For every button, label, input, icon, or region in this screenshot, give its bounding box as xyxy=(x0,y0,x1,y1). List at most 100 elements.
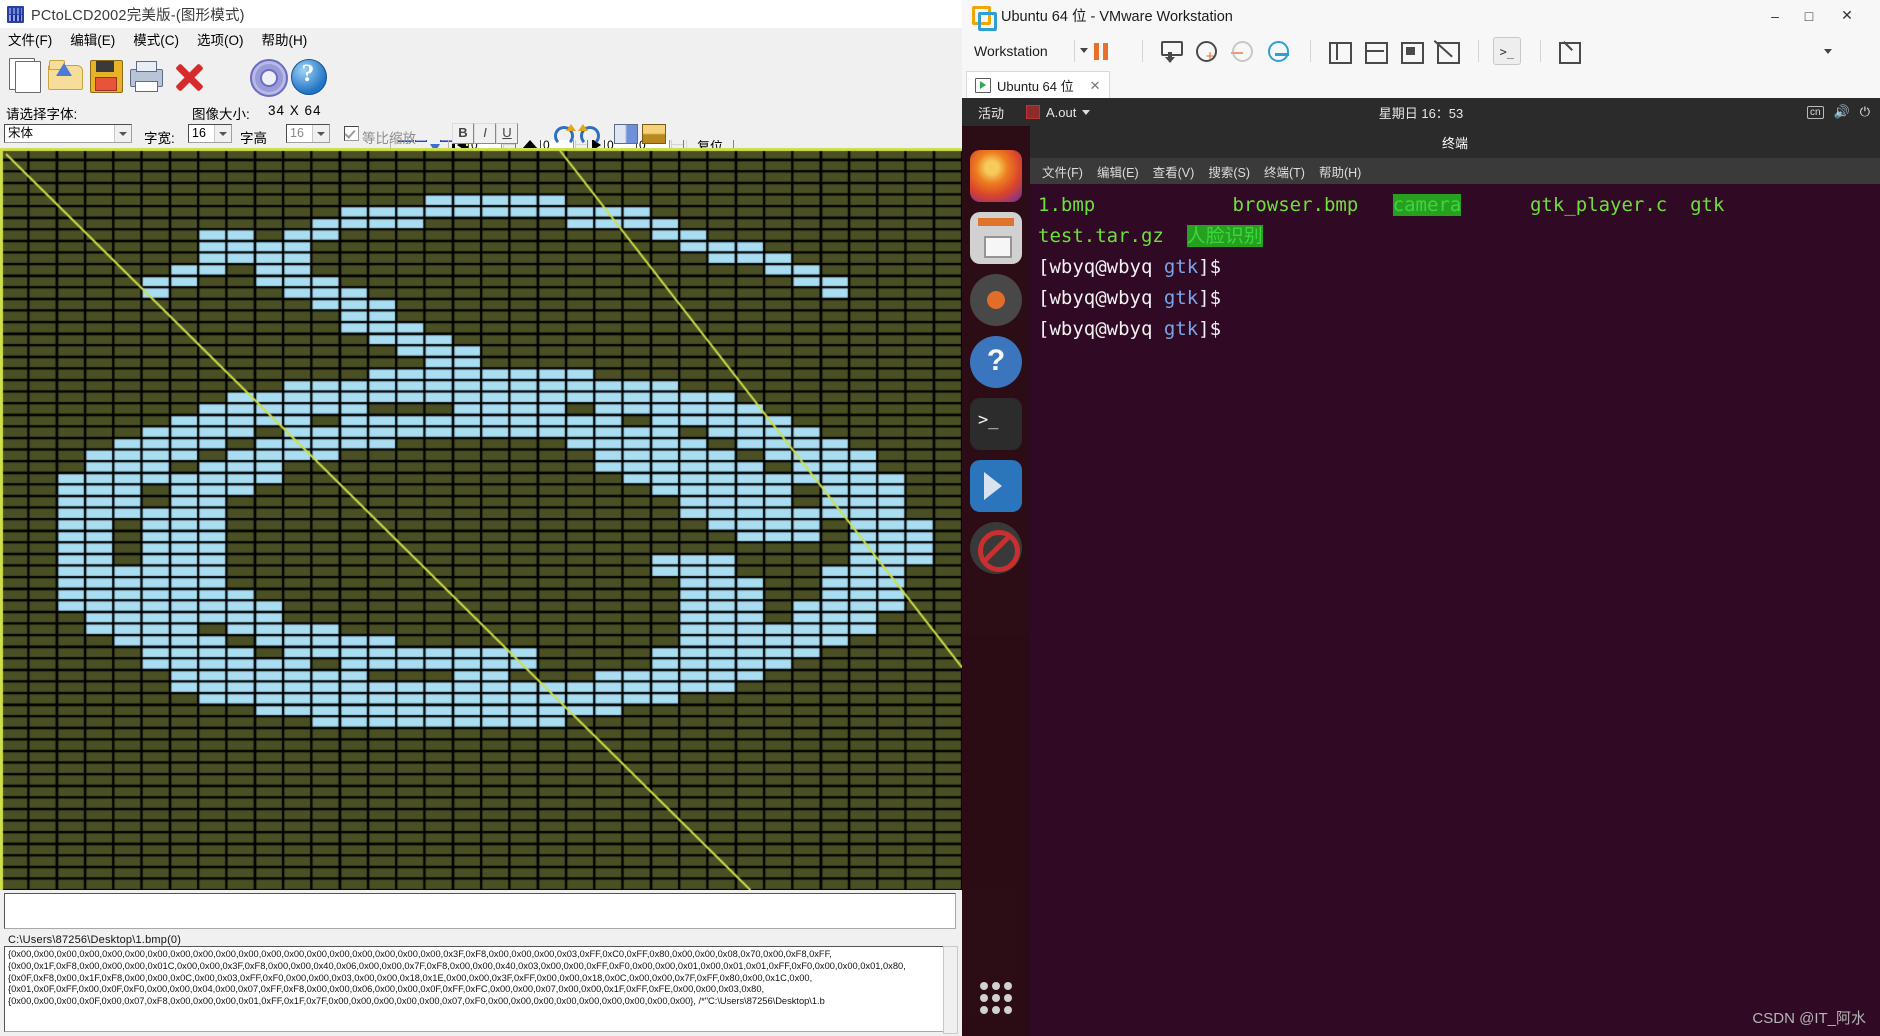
font-width-label: 字宽: xyxy=(144,131,175,146)
help-icon[interactable]: ? xyxy=(289,57,327,95)
bold-button[interactable]: B xyxy=(452,123,474,144)
show-library-icon[interactable] xyxy=(1325,38,1352,64)
terminal-token: gtk_player.c xyxy=(1529,194,1668,216)
chevron-down-icon[interactable] xyxy=(114,125,131,142)
mirror-horizontal-icon[interactable] xyxy=(614,124,638,144)
scale-checkbox[interactable] xyxy=(344,126,359,141)
terminal-token: gtk xyxy=(1163,287,1199,309)
tab-label: Ubuntu 64 位 xyxy=(997,79,1074,94)
hex-line: {0x0F,0xF8,0x00,0x1F,0xF8,0x00,0x00,0x0C… xyxy=(8,972,813,983)
hex-scrollbar[interactable] xyxy=(943,946,958,1034)
activities-button[interactable]: 活动 xyxy=(978,103,1004,122)
font-width-select[interactable]: 16 xyxy=(188,124,232,143)
menu-help[interactable]: 帮助(H) xyxy=(262,29,308,49)
revert-snapshot-icon[interactable] xyxy=(1229,38,1255,64)
snapshot-icon[interactable] xyxy=(1157,38,1183,64)
term-menu-view[interactable]: 查看(V) xyxy=(1153,162,1195,181)
rotate-left-icon[interactable] xyxy=(554,124,576,146)
output-path-label: C:\Users\87256\Desktop\1.bmp(0) xyxy=(8,934,182,946)
menu-options[interactable]: 选项(O) xyxy=(197,29,244,49)
restricted-icon[interactable] xyxy=(970,522,1022,574)
terminal-line: [wbyq@wbyq gtk]$ xyxy=(1038,252,1872,283)
preview-output-box[interactable] xyxy=(4,893,956,929)
show-apps-icon[interactable] xyxy=(980,982,1012,1014)
close-tab-icon[interactable]: ✕ xyxy=(1090,78,1101,94)
terminal-line: test.tar.gz 人脸识别 xyxy=(1038,221,1872,252)
pctolcd-titlebar: PCtoLCD2002完美版-(图形模式) xyxy=(0,0,962,28)
terminal-token: ]$ xyxy=(1198,318,1222,340)
underline-button[interactable]: U xyxy=(496,123,518,144)
firefox-icon[interactable] xyxy=(970,150,1022,202)
terminal-icon[interactable]: >_ xyxy=(970,398,1022,450)
maximize-button[interactable]: □ xyxy=(1794,0,1824,31)
ubuntu-guest-screen: 活动 A.out 星期日 16：53 cn 🔊 ⏻ ? >_ 终端 文件(F) … xyxy=(962,98,1880,1036)
minimize-button[interactable]: – xyxy=(1760,0,1790,31)
term-menu-search[interactable]: 搜索(S) xyxy=(1208,162,1250,181)
font-select[interactable]: 宋体 xyxy=(4,124,132,143)
new-file-icon[interactable] xyxy=(8,57,46,95)
terminal-token: [wbyq@wbyq xyxy=(1038,287,1164,309)
terminal-window[interactable]: 终端 文件(F) 编辑(E) 查看(V) 搜索(S) 终端(T) 帮助(H) 1… xyxy=(1030,126,1880,1036)
term-menu-help[interactable]: 帮助(H) xyxy=(1319,162,1361,181)
stretch-dropdown-icon[interactable] xyxy=(1824,49,1832,54)
rotate-right-icon[interactable] xyxy=(578,124,600,146)
show-console-view-icon[interactable] xyxy=(1361,38,1388,64)
current-app-menu[interactable]: A.out xyxy=(1026,104,1091,120)
settings-icon[interactable] xyxy=(248,57,288,97)
save-icon[interactable] xyxy=(88,57,126,95)
menu-mode[interactable]: 模式(C) xyxy=(133,29,179,49)
font-height-select[interactable]: 16 xyxy=(286,124,330,143)
terminal-line: [wbyq@wbyq gtk]$ xyxy=(1038,283,1872,314)
status-indicators[interactable]: cn 🔊 ⏻ xyxy=(1806,104,1870,120)
menu-edit[interactable]: 编辑(E) xyxy=(70,29,115,49)
divider xyxy=(1073,40,1075,62)
pixel-grid-canvas[interactable] xyxy=(0,148,962,890)
volume-icon[interactable]: 🔊 xyxy=(1834,104,1850,120)
terminal-token: ]$ xyxy=(1198,256,1222,278)
close-button[interactable]: ✕ xyxy=(1832,0,1862,31)
vmware-titlebar: Ubuntu 64 位 - VMware Workstation – □ ✕ xyxy=(962,0,1880,31)
italic-button[interactable]: I xyxy=(474,123,496,144)
image-size-value: 34 X 64 xyxy=(268,103,322,118)
app-name: A.out xyxy=(1046,104,1077,120)
terminal-output[interactable]: 1.bmp browser.bmp camera gtk_player.c gt… xyxy=(1030,184,1880,1036)
ubuntu-topbar: 活动 A.out 星期日 16：53 cn 🔊 ⏻ xyxy=(962,98,1880,126)
hex-output-area[interactable]: {0x00,0x00,0x00,0x00,0x00,0x00,0x00,0x00… xyxy=(4,946,956,1032)
delete-icon[interactable] xyxy=(170,57,208,95)
chevron-down-icon[interactable] xyxy=(312,125,329,142)
hex-line: {0x00,0x1F,0xF8,0x00,0x00,0x00,0x01C,0x0… xyxy=(8,960,906,971)
vmware-logo-icon xyxy=(972,5,997,31)
unity-mode-icon[interactable] xyxy=(1433,38,1460,64)
power-icon[interactable]: ⏻ xyxy=(1860,104,1870,120)
open-file-icon[interactable] xyxy=(47,57,85,95)
terminal-title: 终端 xyxy=(1030,126,1880,158)
clock[interactable]: 星期日 16：53 xyxy=(1379,103,1464,122)
take-snapshot-icon[interactable]: + xyxy=(1193,38,1219,64)
chevron-down-icon[interactable] xyxy=(1080,48,1088,53)
mirror-vertical-icon[interactable] xyxy=(642,124,666,144)
term-menu-file[interactable]: 文件(F) xyxy=(1042,162,1083,181)
term-menu-edit[interactable]: 编辑(E) xyxy=(1097,162,1139,181)
menu-file[interactable]: 文件(F) xyxy=(8,29,52,49)
files-icon[interactable] xyxy=(970,212,1022,264)
chevron-down-icon[interactable] xyxy=(214,125,231,142)
snapshot-manager-icon[interactable] xyxy=(1265,38,1291,64)
full-screen-icon[interactable] xyxy=(1397,38,1424,64)
term-menu-terminal[interactable]: 终端(T) xyxy=(1264,162,1305,181)
tab-ubuntu[interactable]: Ubuntu 64 位 ✕ xyxy=(966,71,1110,100)
keyboard-layout-icon[interactable]: cn xyxy=(1806,105,1824,119)
vmware-tabbar: Ubuntu 64 位 ✕ xyxy=(962,71,1880,100)
workstation-menu[interactable]: Workstation xyxy=(974,43,1048,59)
vm-running-icon xyxy=(975,78,991,93)
vscode-icon[interactable] xyxy=(970,460,1022,512)
terminal-token: test.tar.gz xyxy=(1038,225,1164,247)
save-as-icon[interactable] xyxy=(129,57,167,95)
pixel-grid[interactable] xyxy=(0,148,962,890)
console-icon[interactable]: >_ xyxy=(1492,37,1521,65)
divider xyxy=(1309,40,1311,62)
help-icon[interactable]: ? xyxy=(970,336,1022,388)
stretch-icon[interactable] xyxy=(1555,38,1581,64)
pause-icon[interactable] xyxy=(1089,38,1115,64)
rhythmbox-icon[interactable] xyxy=(970,274,1022,326)
